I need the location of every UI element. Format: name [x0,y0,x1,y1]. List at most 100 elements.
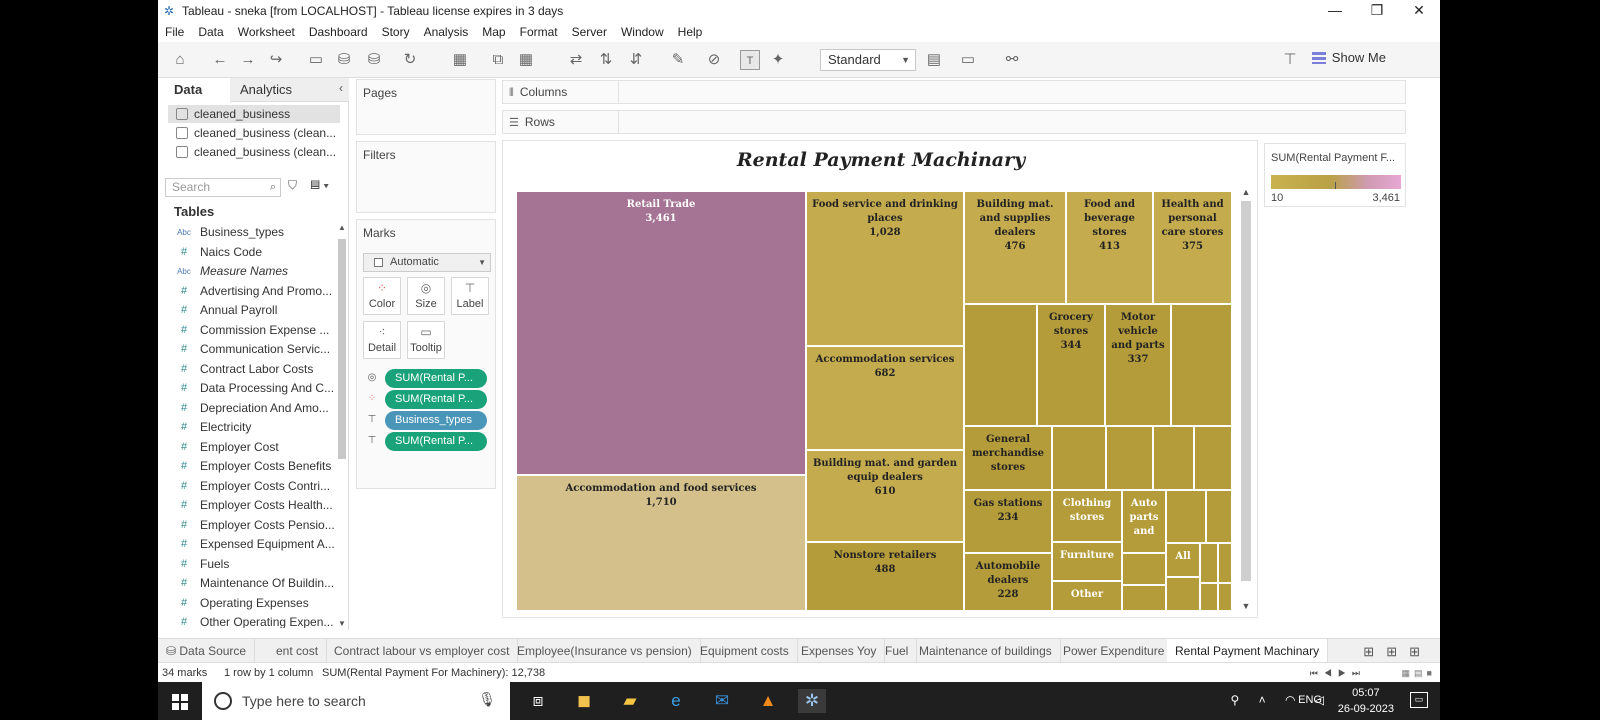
tooltip-button[interactable]: ▭ Tooltip [407,321,445,359]
treemap-tile[interactable]: Auto parts and [1122,490,1166,553]
treemap-tile[interactable] [1200,583,1218,611]
fit-dropdown[interactable]: Standard ▼ [820,49,916,71]
columns-shelf[interactable]: ⦀ Columns [502,80,1406,104]
rows-shelf[interactable]: ☰ Rows [502,110,1406,134]
sheet-tab[interactable]: Employee(Insurance vs pension) [509,639,701,662]
group-icon[interactable]: ⊘ [704,50,724,70]
datasource-item[interactable]: cleaned_business (clean... [168,124,340,142]
field-item[interactable]: # Fuels [168,555,336,575]
field-item[interactable]: # Other Operating Expen... [168,613,336,628]
menu-help[interactable]: Help [678,25,703,39]
vlc-icon[interactable]: ▲ [754,689,782,713]
treemap-tile[interactable] [1206,490,1232,543]
field-item[interactable]: Abc Business_types [168,223,336,243]
treemap-tile[interactable]: Grocery stores 344 [1037,304,1105,426]
scrollbar-thumb[interactable] [1241,201,1251,581]
treemap-tile[interactable]: Food and beverage stores 413 [1066,191,1153,304]
minimize-button[interactable]: — [1314,0,1356,22]
file-explorer-icon[interactable]: ▰ [616,689,644,713]
treemap-tile[interactable] [1153,426,1194,490]
mark-pill[interactable]: ⁘ SUM(Rental P... [365,390,487,409]
field-item[interactable]: # Employer Costs Health... [168,496,336,516]
redo-icon[interactable]: → [238,50,258,70]
field-item[interactable]: # Employer Cost [168,438,336,458]
field-item[interactable]: # Electricity [168,418,336,438]
new-datasource-icon[interactable]: ⛁ [334,50,354,70]
tab-data[interactable]: Data [158,78,230,102]
show-me-button[interactable]: Show Me [1311,50,1386,65]
sheet-view-toggles[interactable]: ▦▤■ [1402,668,1436,679]
view-options-icon[interactable]: ▤ ▾ [310,178,329,192]
home-icon[interactable]: ⌂ [170,50,190,70]
refresh-icon[interactable]: ↻ [400,50,420,70]
field-search-input[interactable]: Search ⌕ [165,178,281,197]
maximize-button[interactable]: ❐ [1356,0,1398,22]
pause-updates-icon[interactable]: ⛁ [364,50,384,70]
windows-start-icon[interactable] [172,694,188,710]
tab-analytics[interactable]: Analytics [240,78,292,102]
tableau-taskbar-icon[interactable]: ✲ [798,689,826,713]
sheet-tab[interactable]: Power Expenditure [1055,639,1174,662]
color-legend[interactable]: SUM(Rental Payment F... 10 3,461 [1264,143,1406,207]
treemap-tile[interactable] [1218,583,1232,611]
pin-axes-icon[interactable]: ✦ [768,50,788,70]
scroll-up-icon[interactable]: ▲ [1239,187,1253,197]
sort-descending-icon[interactable]: ⇵ [626,50,646,70]
detail-button[interactable]: ⁖ Detail [363,321,401,359]
field-item[interactable]: # Expensed Equipment A... [168,535,336,555]
language-indicator[interactable]: ENG [1298,694,1322,706]
menu-file[interactable]: File [165,25,184,39]
field-item[interactable]: # Naics Code [168,243,336,263]
field-item[interactable]: Abc Measure Names [168,262,336,282]
menu-map[interactable]: Map [482,25,505,39]
treemap-tile[interactable] [1166,577,1200,611]
menu-server[interactable]: Server [572,25,607,39]
swap-icon[interactable]: ⇄ [566,50,586,70]
color-button[interactable]: ⁘ Color [363,277,401,315]
highlight-icon[interactable]: ✎ [668,50,688,70]
new-dashboard-icon[interactable]: ⊞ [1386,644,1409,659]
scroll-down-icon[interactable]: ▼ [336,619,348,628]
treemap-tile[interactable] [1122,585,1166,611]
show-labels-icon[interactable]: T [740,50,760,70]
menu-story[interactable]: Story [382,25,410,39]
new-worksheet-icon[interactable]: ▦ [450,50,470,70]
field-item[interactable]: # Commission Expense ... [168,321,336,341]
format-icon[interactable]: ⊤ [1280,50,1300,70]
replay-icon[interactable]: ↪ [266,50,286,70]
field-item[interactable]: # Operating Expenses [168,594,336,614]
mark-pill[interactable]: ◎ SUM(Rental P... [365,369,487,388]
treemap-tile[interactable] [1052,426,1106,490]
scrollbar-thumb[interactable] [338,239,346,459]
treemap-tile[interactable] [1106,426,1153,490]
new-story-icon[interactable]: ⊞ [1409,644,1432,659]
clear-sheet-icon[interactable]: ▦ [516,50,536,70]
filters-card[interactable]: Filters [356,141,496,213]
taskbar-search[interactable]: Type here to search 🎙 [202,682,510,720]
treemap-tile[interactable]: Nonstore retailers 488 [806,542,964,611]
menu-worksheet[interactable]: Worksheet [238,25,295,39]
mark-pill[interactable]: ⊤ Business_types [365,411,487,430]
menu-dashboard[interactable]: Dashboard [309,25,368,39]
field-item[interactable]: # Contract Labor Costs [168,360,336,380]
mark-type-dropdown[interactable]: Automatic ▼ [363,253,491,272]
treemap-tile[interactable]: Automobile dealers 228 [964,553,1052,611]
undo-icon[interactable]: ← [210,50,230,70]
save-icon[interactable]: ▭ [306,50,326,70]
sheet-tab[interactable]: ent cost [268,639,328,662]
treemap-tile[interactable]: Clothing stores [1052,490,1122,542]
sort-ascending-icon[interactable]: ⇅ [596,50,616,70]
mark-pill[interactable]: ⊤ SUM(Rental P... [365,432,487,451]
treemap-tile[interactable]: Building mat. and garden equip dealers 61… [806,450,964,542]
treemap-tile[interactable]: Food service and drinking places 1,028 [806,191,964,346]
close-button[interactable]: ✕ [1398,0,1440,22]
field-item[interactable]: # Employer Costs Benefits [168,457,336,477]
treemap-tile[interactable]: Accommodation services 682 [806,346,964,450]
field-item[interactable]: # Depreciation And Amo... [168,399,336,419]
label-button[interactable]: ⊤ Label [451,277,489,315]
treemap-tile[interactable]: All [1166,543,1200,577]
treemap-tile[interactable] [1218,543,1232,583]
treemap-tile[interactable] [1200,543,1218,583]
sheet-tab[interactable]: Maintenance of buildings [911,639,1061,662]
collapse-pane-icon[interactable]: ‹ [339,81,343,95]
